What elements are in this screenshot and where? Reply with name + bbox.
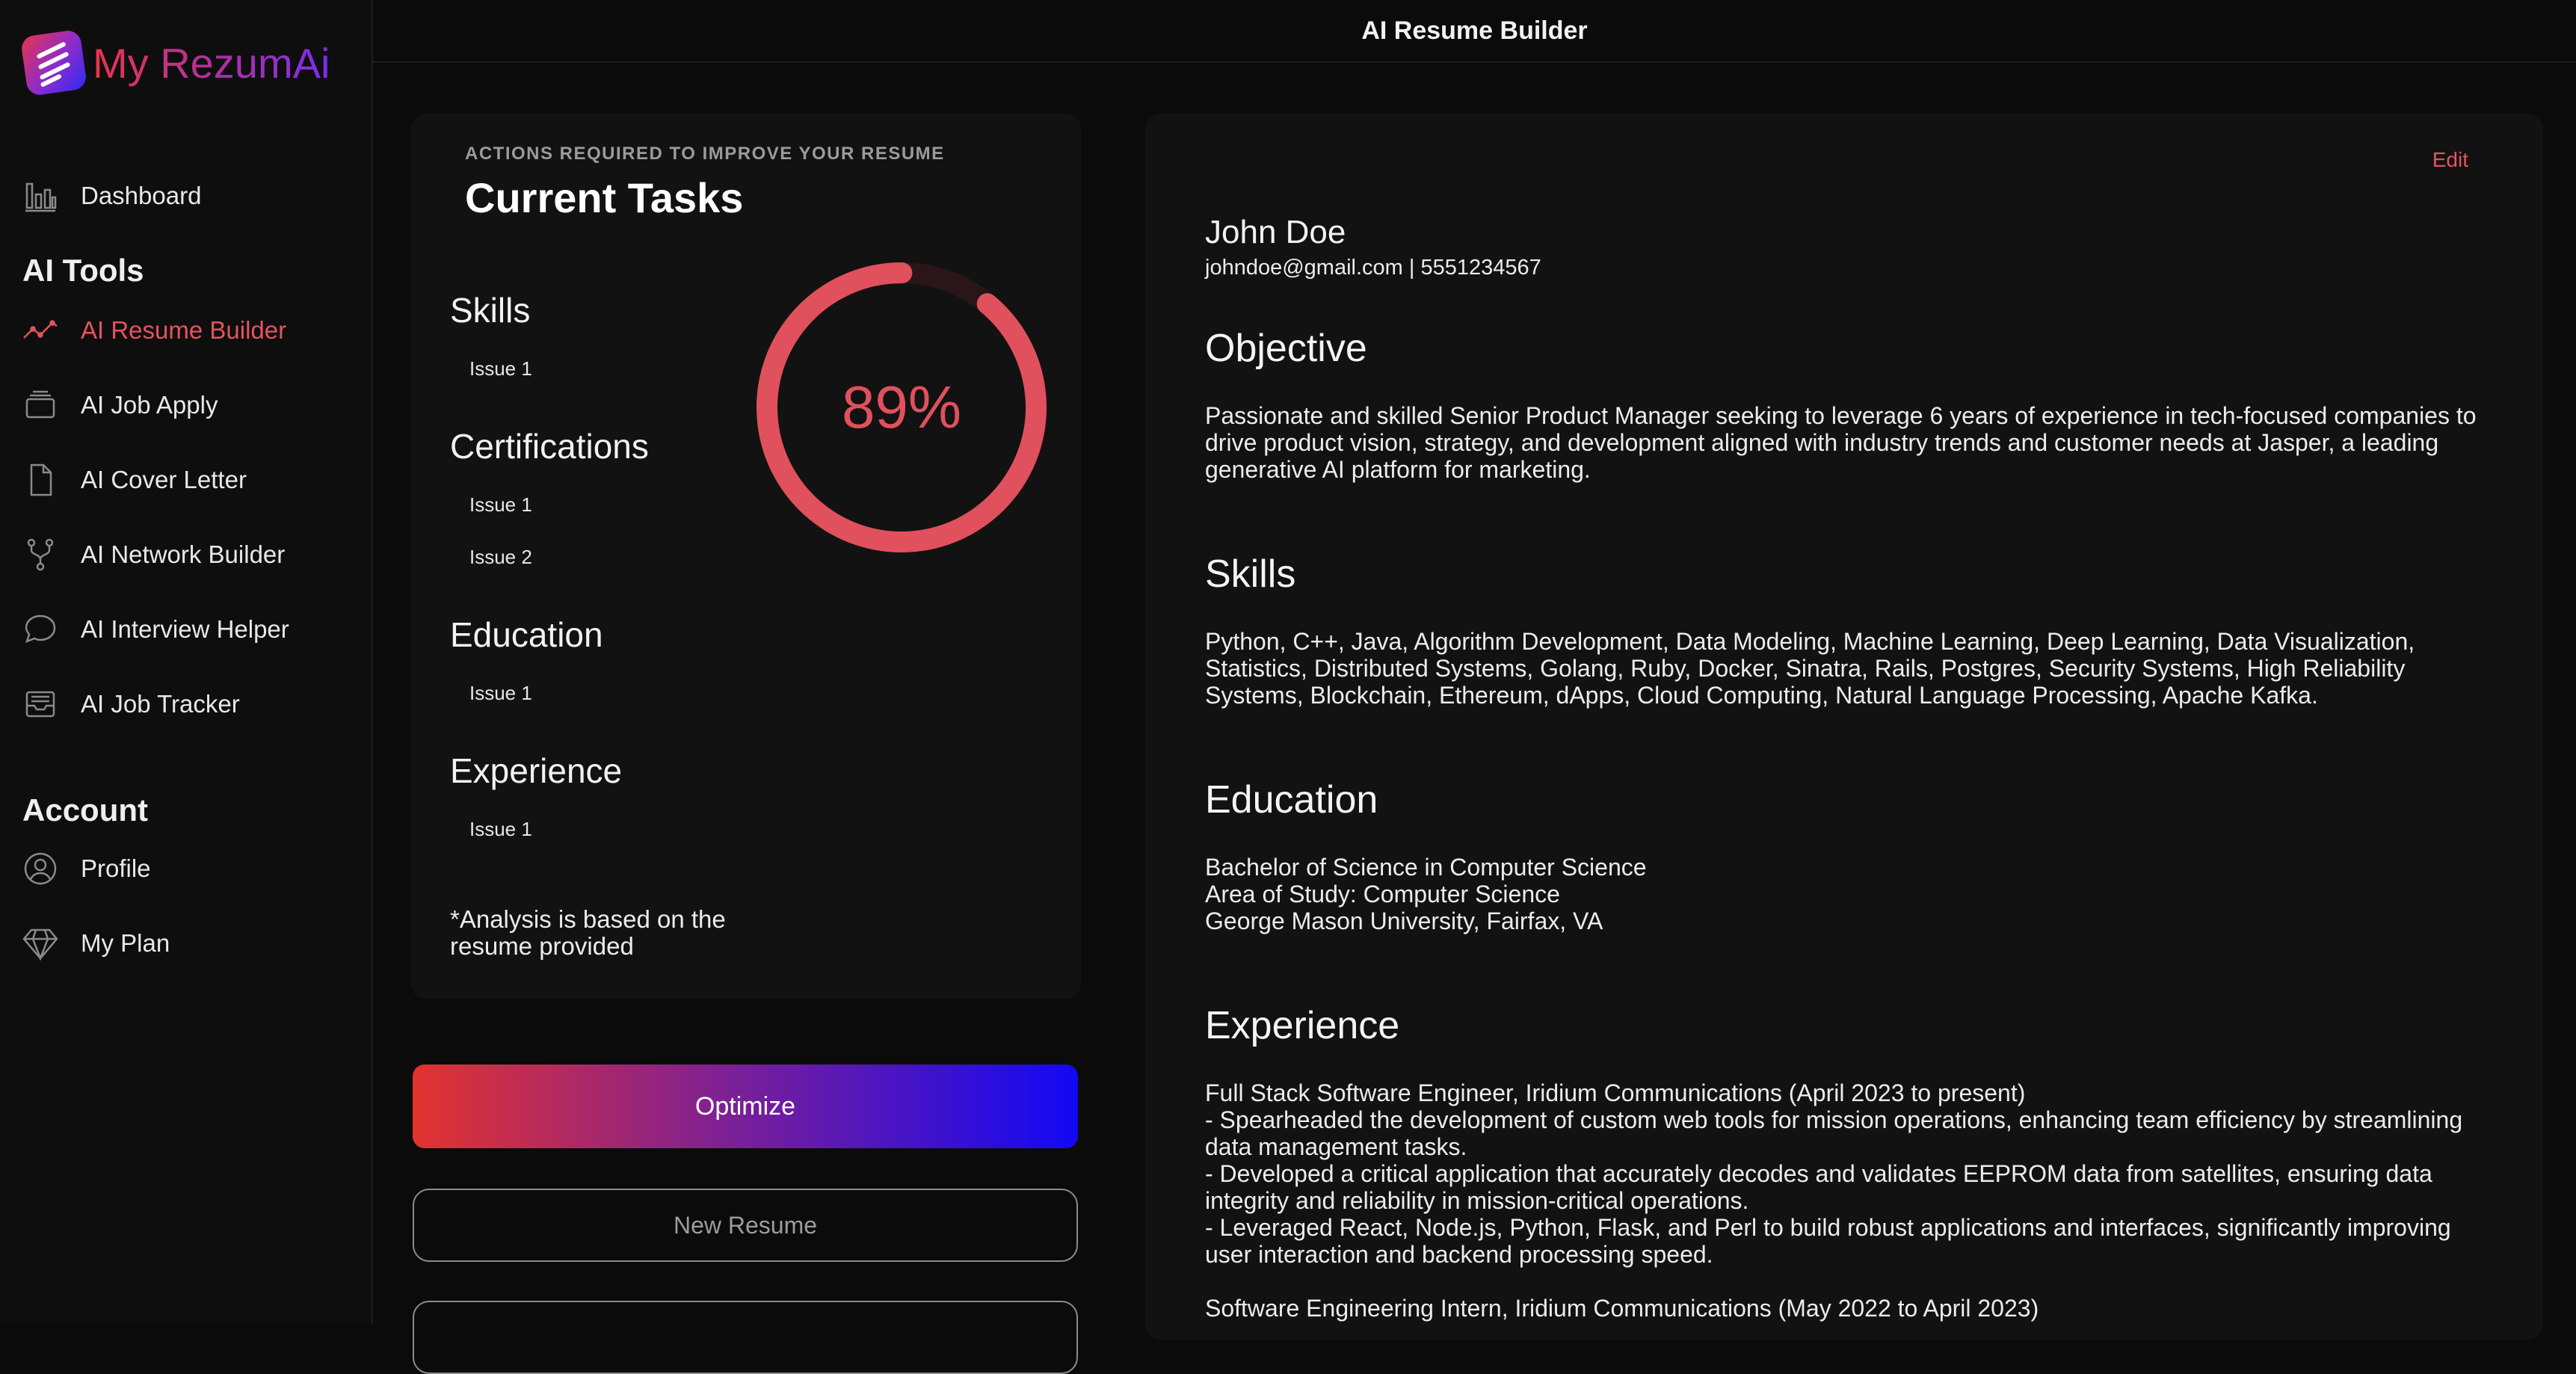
- sidebar-item-label: Dashboard: [81, 182, 202, 209]
- issue-item[interactable]: Issue 1: [469, 357, 532, 381]
- sidebar: My RezumAi Dashboard AI Tools AI Resume …: [0, 0, 373, 1325]
- account-heading: Account: [22, 792, 148, 828]
- issue-item[interactable]: Issue 1: [469, 682, 532, 705]
- skills-text: Python, C++, Java, Algorithm Development…: [1205, 628, 2415, 709]
- new-resume-button[interactable]: New Resume: [413, 1189, 1078, 1262]
- skills-heading: Skills: [1205, 552, 1296, 596]
- sidebar-item-label: AI Network Builder: [81, 540, 286, 568]
- bar-chart-icon: [25, 182, 57, 212]
- sidebar-item-label: AI Cover Letter: [81, 466, 247, 493]
- app-logo[interactable]: My RezumAi: [19, 28, 330, 97]
- issue-item[interactable]: Issue 1: [469, 818, 532, 841]
- issue-item[interactable]: Issue 2: [469, 546, 532, 569]
- trend-line-icon: [23, 320, 58, 339]
- sidebar-item-ai-network-builder[interactable]: AI Network Builder: [22, 537, 285, 573]
- category-heading: Education: [450, 615, 603, 654]
- sidebar-item-label: My Plan: [81, 929, 170, 957]
- sidebar-item-ai-job-apply[interactable]: AI Job Apply: [22, 387, 218, 423]
- resume-preview-card: Edit John Doe johndoe@gmail.com | 555123…: [1145, 114, 2543, 1340]
- sidebar-item-my-plan[interactable]: My Plan: [22, 925, 170, 961]
- experience-heading: Experience: [1205, 1004, 1400, 1047]
- experience-text: Full Stack Software Engineer, Iridium Co…: [1205, 1079, 2463, 1322]
- sidebar-item-label: AI Interview Helper: [81, 615, 289, 643]
- objective-heading: Objective: [1205, 327, 1367, 370]
- sidebar-item-label: AI Job Tracker: [81, 690, 240, 718]
- score-value: 89%: [841, 374, 962, 440]
- ai-tools-heading: AI Tools: [22, 253, 144, 288]
- education-heading: Education: [1205, 778, 1378, 822]
- current-tasks-card: ACTIONS REQUIRED TO IMPROVE YOUR RESUME …: [411, 114, 1081, 999]
- inbox-tray-icon: [25, 691, 55, 718]
- objective-text: Passionate and skilled Senior Product Ma…: [1205, 402, 2477, 483]
- diamond-icon: [22, 928, 58, 961]
- user-circle-icon: [24, 852, 57, 885]
- top-bar: AI Resume Builder: [373, 0, 2576, 63]
- edit-link[interactable]: Edit: [2432, 148, 2468, 172]
- category-heading: Skills: [450, 291, 531, 330]
- tasks-overline: ACTIONS REQUIRED TO IMPROVE YOUR RESUME: [465, 144, 945, 164]
- category-heading: Certifications: [450, 427, 649, 466]
- sidebar-item-label: AI Resume Builder: [81, 316, 287, 344]
- sidebar-item-profile[interactable]: Profile: [22, 851, 151, 887]
- chat-bubble-icon: [25, 614, 56, 644]
- sidebar-item-ai-resume-builder[interactable]: AI Resume Builder: [22, 312, 286, 348]
- sidebar-item-ai-job-tracker[interactable]: AI Job Tracker: [22, 686, 240, 722]
- logo-mark-icon: [19, 28, 88, 97]
- sidebar-item-label: Profile: [81, 854, 151, 882]
- issue-item[interactable]: Issue 1: [469, 493, 532, 517]
- secondary-outline-button[interactable]: [413, 1301, 1078, 1374]
- analysis-note: *Analysis is based on the resume provide…: [450, 905, 726, 960]
- optimize-button[interactable]: Optimize: [413, 1065, 1078, 1148]
- sidebar-item-ai-interview-helper[interactable]: AI Interview Helper: [22, 611, 289, 647]
- education-text: Bachelor of Science in Computer Science …: [1205, 854, 1647, 934]
- git-fork-icon: [27, 538, 54, 571]
- category-heading: Experience: [450, 751, 623, 790]
- tasks-title: Current Tasks: [465, 174, 744, 221]
- sidebar-item-label: AI Job Apply: [81, 391, 218, 419]
- cards-stack-icon: [25, 390, 55, 419]
- resume-contact: johndoe@gmail.com | 5551234567: [1205, 256, 1541, 280]
- app-name: My RezumAi: [93, 39, 330, 87]
- resume-name: John Doe: [1205, 214, 1346, 250]
- page-title: AI Resume Builder: [1361, 16, 1588, 45]
- document-icon: [30, 463, 52, 496]
- sidebar-item-dashboard[interactable]: Dashboard: [22, 178, 201, 214]
- sidebar-item-ai-cover-letter[interactable]: AI Cover Letter: [22, 462, 247, 498]
